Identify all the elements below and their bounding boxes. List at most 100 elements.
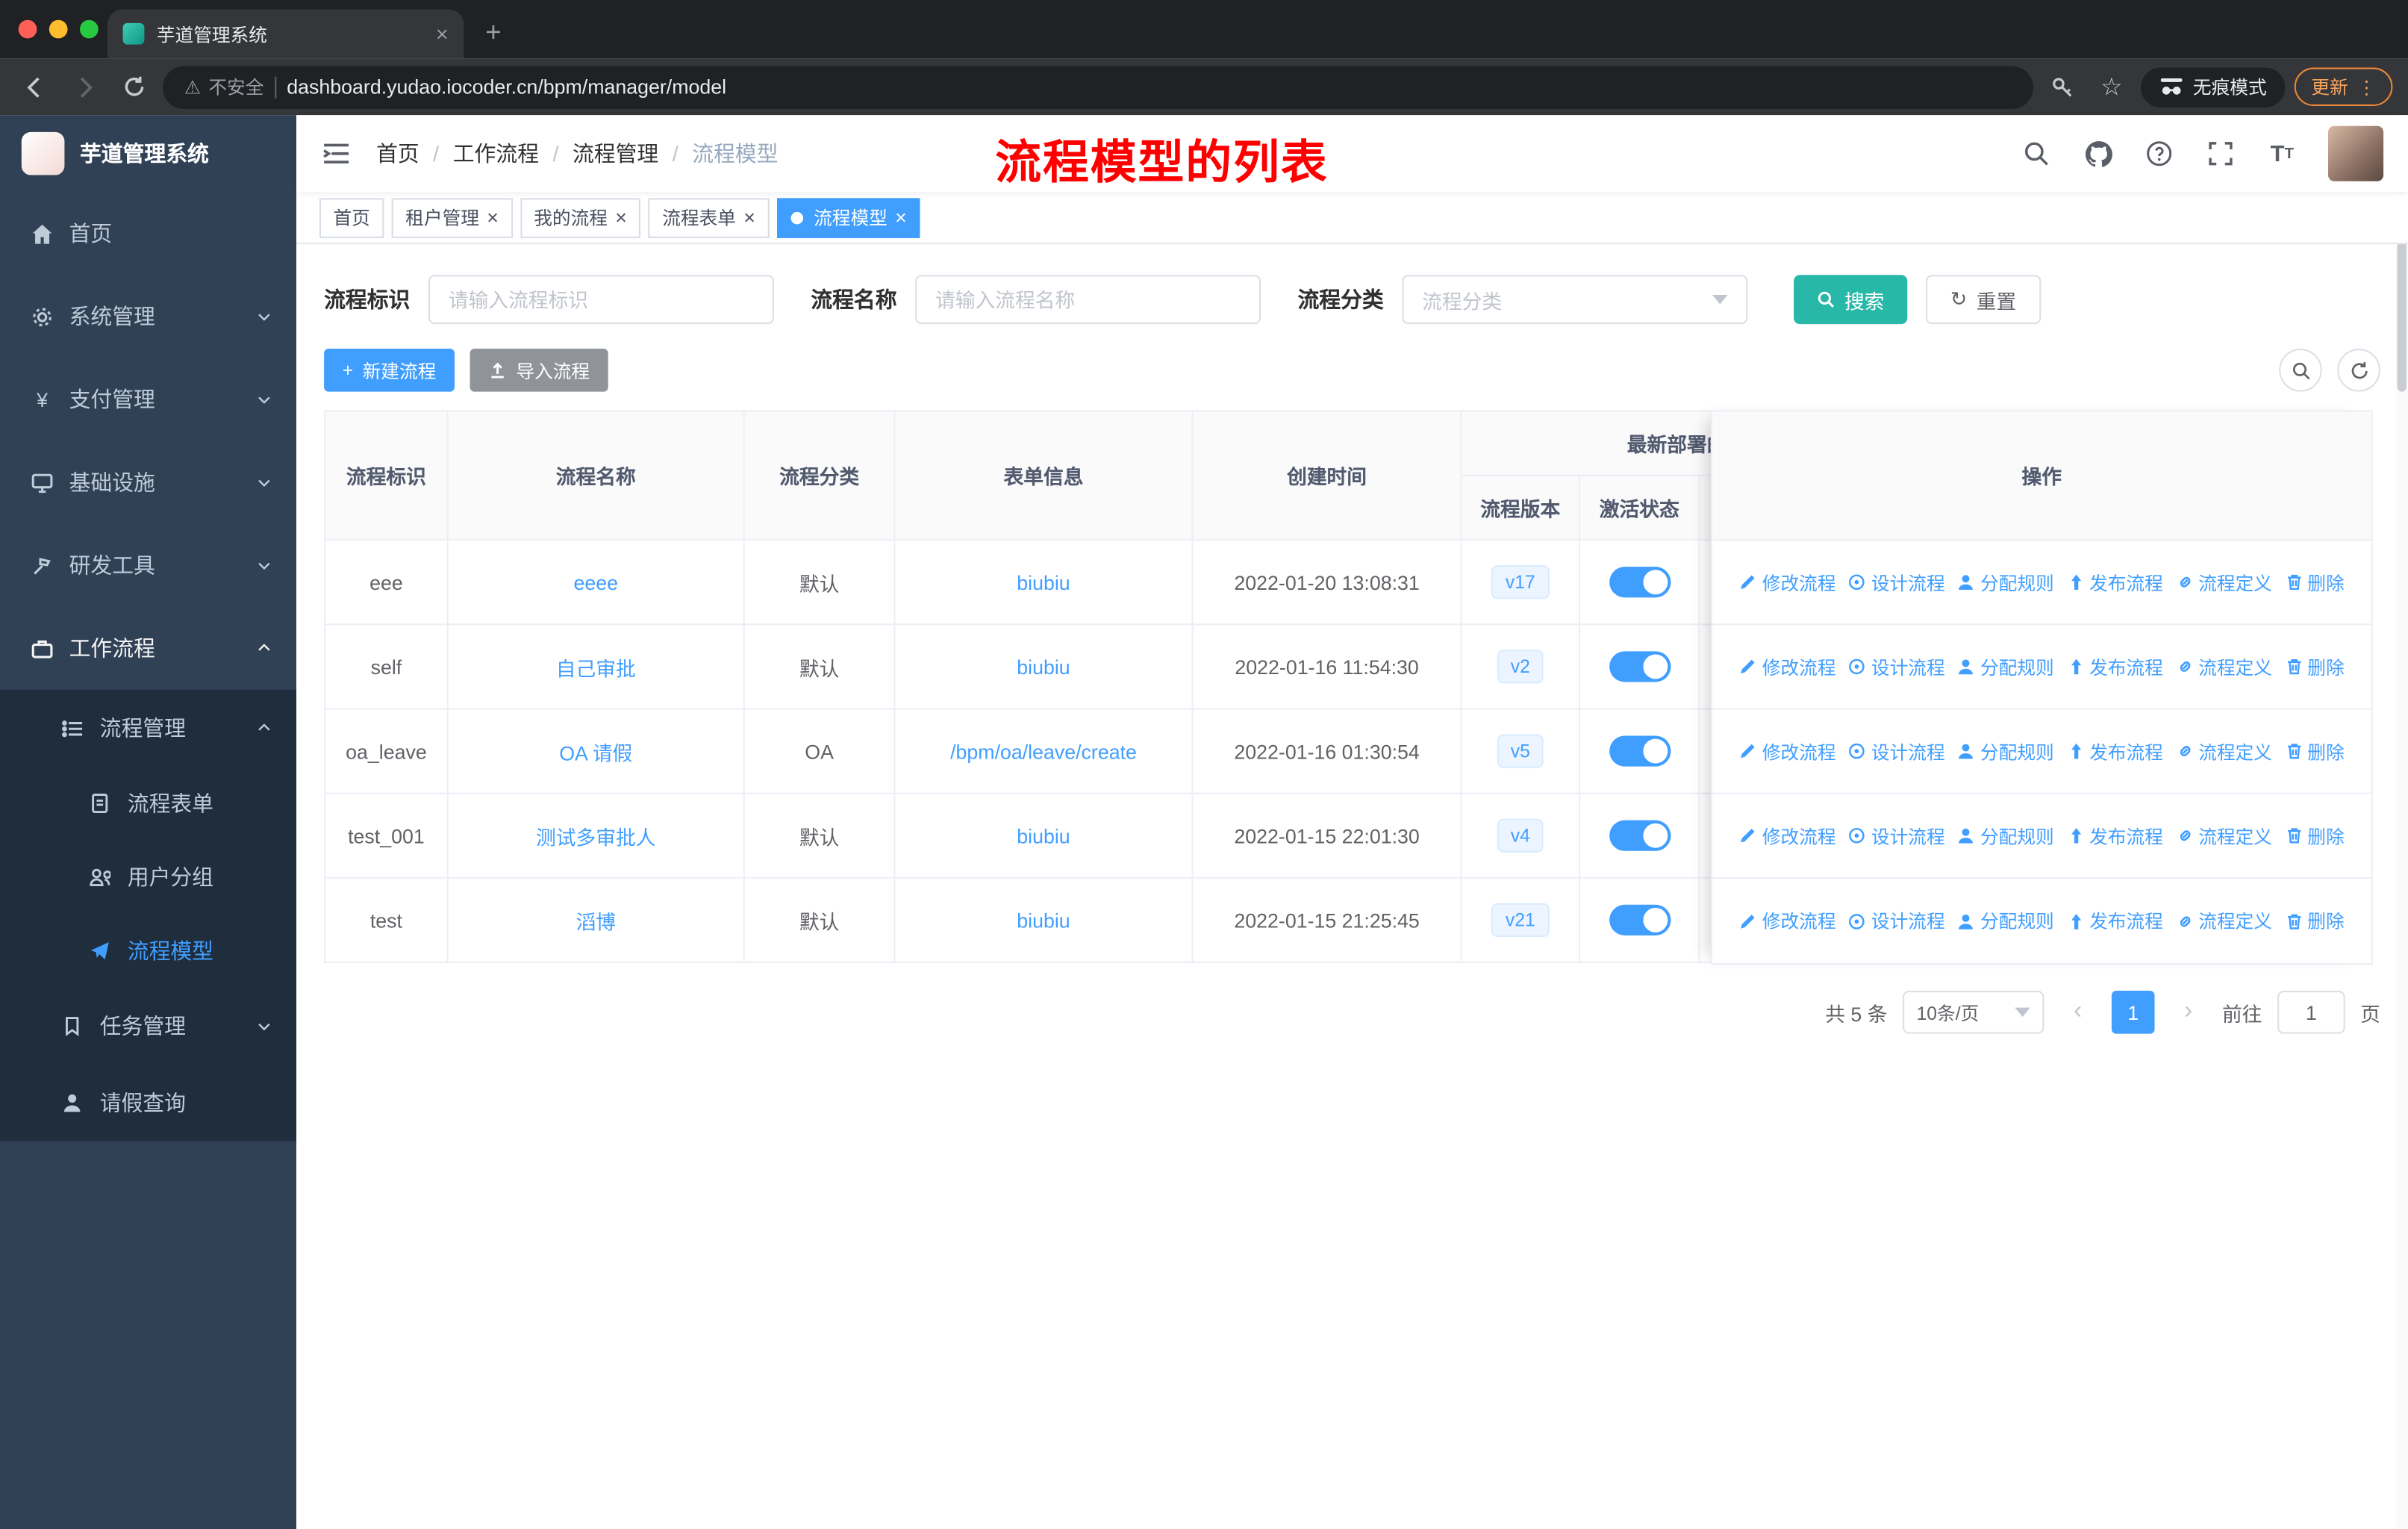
sidebar-item-system[interactable]: 系统管理 [0,275,296,358]
font-size-icon[interactable]: TT [2267,138,2298,169]
tab-close-icon[interactable]: × [436,22,449,46]
breadcrumb-workflow[interactable]: 工作流程 [453,138,539,169]
create-process-button[interactable]: + 新建流程 [324,349,455,392]
sidebar-item-home[interactable]: 首页 [0,192,296,275]
design-process-link[interactable]: 设计流程 [1848,823,1945,849]
tag-process-model[interactable]: 流程模型 × [776,197,921,237]
assign-rule-link[interactable]: 分配规则 [1957,569,2054,595]
active-status-toggle[interactable] [1609,820,1671,851]
form-info-link[interactable]: /bpm/oa/leave/create [950,740,1137,763]
toggle-search-button[interactable] [2279,349,2322,392]
process-definition-link[interactable]: 流程定义 [2175,908,2272,934]
page-size-select[interactable]: 10条/页 [1903,991,2044,1034]
goto-page-input[interactable] [2277,991,2345,1034]
next-page-button[interactable]: › [2170,998,2206,1026]
delete-link[interactable]: 删除 [2284,738,2345,764]
publish-process-link[interactable]: 发布流程 [2066,569,2163,595]
form-info-link[interactable]: biubiu [1017,824,1070,847]
sidebar-item-user-group[interactable]: 用户分组 [0,840,296,914]
active-status-toggle[interactable] [1609,904,1671,935]
user-avatar[interactable] [2328,125,2384,181]
active-status-toggle[interactable] [1609,651,1671,682]
sidebar-item-payment[interactable]: ¥ 支付管理 [0,358,296,440]
process-name-link[interactable]: 测试多审批人 [536,821,656,850]
tag-close-icon[interactable]: × [743,208,755,228]
assign-rule-link[interactable]: 分配规则 [1957,653,2054,679]
publish-process-link[interactable]: 发布流程 [2066,738,2163,764]
assign-rule-link[interactable]: 分配规则 [1957,738,2054,764]
delete-link[interactable]: 删除 [2284,823,2345,849]
new-tab-button[interactable]: + [485,17,502,49]
tag-close-icon[interactable]: × [895,208,907,228]
process-name-link[interactable]: 滔博 [576,906,616,935]
bookmark-star-icon[interactable]: ☆ [2092,66,2131,106]
delete-link[interactable]: 删除 [2284,653,2345,679]
page-number-button[interactable]: 1 [2111,991,2155,1034]
address-bar[interactable]: ⚠ 不安全 dashboard.yudao.iocoder.cn/bpm/man… [163,65,2033,109]
version-badge[interactable]: v4 [1497,818,1544,853]
menu-dots-icon[interactable]: ⋮ [2357,76,2376,98]
breadcrumb-process-management[interactable]: 流程管理 [573,138,658,169]
modify-process-link[interactable]: 修改流程 [1739,738,1836,764]
process-id-input[interactable] [428,275,774,325]
browser-tab[interactable]: 芋道管理系统 × [107,9,464,59]
design-process-link[interactable]: 设计流程 [1848,653,1945,679]
tag-my-process[interactable]: 我的流程 × [520,197,641,237]
delete-link[interactable]: 删除 [2284,569,2345,595]
window-close-button[interactable] [18,19,37,39]
tag-home[interactable]: 首页 [319,197,384,237]
assign-rule-link[interactable]: 分配规则 [1957,823,2054,849]
form-info-link[interactable]: biubiu [1017,655,1070,678]
tag-close-icon[interactable]: × [615,208,627,228]
sidebar-item-process-form[interactable]: 流程表单 [0,767,296,841]
breadcrumb-home[interactable]: 首页 [376,138,419,169]
active-status-toggle[interactable] [1609,735,1671,767]
version-badge[interactable]: v5 [1497,734,1544,768]
process-definition-link[interactable]: 流程定义 [2175,823,2272,849]
window-minimize-button[interactable] [49,19,68,39]
process-name-link[interactable]: eeee [574,570,619,594]
prev-page-button[interactable]: ‹ [2059,998,2096,1026]
active-status-toggle[interactable] [1609,567,1671,598]
modify-process-link[interactable]: 修改流程 [1739,653,1836,679]
form-info-link[interactable]: biubiu [1017,909,1070,932]
process-definition-link[interactable]: 流程定义 [2175,738,2272,764]
sidebar-item-dev-tools[interactable]: 研发工具 [0,524,296,607]
form-info-link[interactable]: biubiu [1017,570,1070,594]
process-definition-link[interactable]: 流程定义 [2175,653,2272,679]
collapse-menu-icon[interactable] [321,138,352,169]
process-category-select[interactable]: 流程分类 [1402,275,1748,325]
tag-process-form[interactable]: 流程表单 × [648,197,770,237]
search-button[interactable]: 搜索 [1794,275,1908,325]
sidebar-item-process-model[interactable]: 流程模型 [0,914,296,988]
version-badge[interactable]: v17 [1491,565,1550,600]
process-name-link[interactable]: 自己审批 [556,652,636,681]
chrome-update-button[interactable]: 更新 ⋮ [2294,67,2393,106]
tag-close-icon[interactable]: × [487,208,499,228]
modify-process-link[interactable]: 修改流程 [1739,823,1836,849]
reset-button[interactable]: ↻ 重置 [1926,275,2042,325]
help-icon[interactable] [2144,138,2174,169]
sidebar-item-task-management[interactable]: 任务管理 [0,988,296,1065]
refresh-table-button[interactable] [2337,349,2380,392]
reload-icon[interactable] [113,66,153,106]
assign-rule-link[interactable]: 分配规则 [1957,908,2054,934]
github-icon[interactable] [2083,138,2113,169]
publish-process-link[interactable]: 发布流程 [2066,823,2163,849]
process-name-input[interactable] [915,275,1261,325]
sidebar-item-workflow[interactable]: 工作流程 [0,607,296,690]
publish-process-link[interactable]: 发布流程 [2066,653,2163,679]
url-text[interactable]: dashboard.yudao.iocoder.cn/bpm/manager/m… [287,75,726,99]
search-icon[interactable] [2021,138,2052,169]
key-icon[interactable] [2042,66,2082,106]
window-zoom-button[interactable] [79,19,99,39]
design-process-link[interactable]: 设计流程 [1848,569,1945,595]
sidebar-item-infrastructure[interactable]: 基础设施 [0,440,296,523]
page-scrollbar[interactable] [2395,115,2408,1529]
publish-process-link[interactable]: 发布流程 [2066,908,2163,934]
tag-tenant-management[interactable]: 租户管理 × [391,197,513,237]
import-process-button[interactable]: 导入流程 [470,349,608,392]
sidebar-item-process-management[interactable]: 流程管理 [0,690,296,767]
fullscreen-icon[interactable] [2205,138,2236,169]
sidebar-item-leave-query[interactable]: 请假查询 [0,1065,296,1142]
